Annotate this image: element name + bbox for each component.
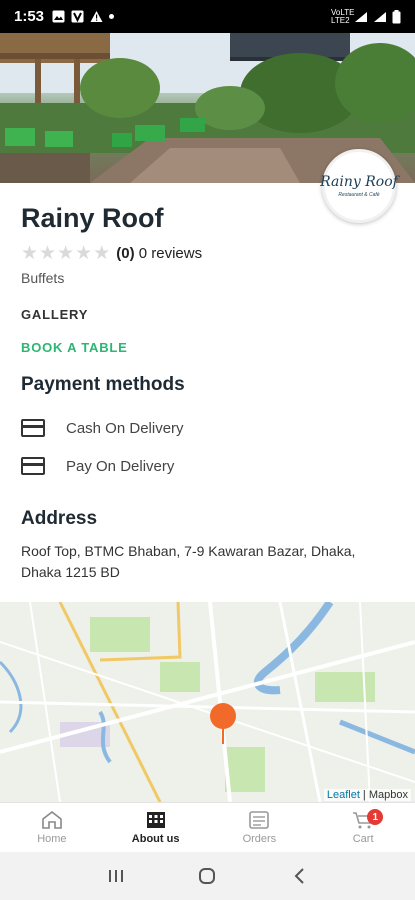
rating-row[interactable]: ★ ★ ★ ★ ★ (0) 0 reviews [21,244,202,263]
signal-icon [355,11,367,22]
nav-home[interactable]: Home [0,803,104,852]
restaurant-category: Buffets [21,270,65,286]
status-notification-icons [52,10,115,23]
star-icon: ★ [39,243,57,264]
nav-about-us-label: About us [131,833,180,845]
logo-subtext: Restaurant & Café [338,192,380,198]
back-icon [294,868,304,884]
network-type-label: VoLTE LTE2 [331,7,355,25]
mapbox-attribution: Mapbox [368,789,408,801]
location-pin-stem [222,727,224,744]
payment-method-label: Pay On Delivery [66,457,175,475]
nav-cart-label: Cart [352,833,374,845]
nav-about-us[interactable]: About us [104,803,208,852]
rating-count-value: (0) [116,245,135,262]
location-map[interactable]: Leaflet | Mapbox [0,602,415,802]
status-time: 1:53 [14,8,45,25]
credit-card-icon [21,419,45,437]
nav-home-label: Home [37,833,67,845]
orders-icon [249,811,270,829]
nav-orders[interactable]: Orders [208,803,312,852]
recent-apps-icon [108,870,123,882]
location-pin-icon[interactable] [210,703,236,729]
store-icon [146,812,165,828]
status-bar: 1:53 VoLTE LTE2 [0,0,415,33]
warning-notification-icon [90,11,103,22]
home-system-button[interactable] [192,861,222,891]
home-icon [42,810,62,829]
payment-method-row: Cash On Delivery [21,419,184,437]
home-circle-icon [199,868,216,884]
bottom-navigation: Home About us Orders Cart 1 [0,802,415,852]
address-text: Roof Top, BTMC Bhaban, 7-9 Kawaran Bazar… [21,543,356,580]
logo-text: Rainy Roof [320,174,398,190]
nav-orders-label: Orders [242,833,277,845]
battery-icon [392,9,401,23]
address-heading: Address [21,508,98,529]
system-navigation-bar [0,852,415,900]
restaurant-logo: Rainy Roof Restaurant & Café [320,149,398,223]
star-icon: ★ [93,243,111,264]
credit-card-icon [21,457,45,475]
payment-methods-heading: Payment methods [21,374,185,395]
v-notification-icon [71,10,84,23]
signal-2-icon [374,11,386,22]
dot-notification-icon [109,14,115,19]
star-icon: ★ [21,243,39,264]
back-button[interactable] [284,861,314,891]
book-table-link[interactable]: BOOK A TABLE [21,340,128,355]
restaurant-name: Rainy Roof [21,203,164,233]
cart-count-badge: 1 [367,809,384,825]
status-system-icons: VoLTE LTE2 [331,7,401,25]
gallery-notification-icon [52,10,65,23]
leaflet-link[interactable]: Leaflet [327,789,360,801]
attribution-separator: | [359,789,369,801]
star-icon: ★ [57,243,75,264]
star-icon: ★ [75,243,93,264]
recent-apps-button[interactable] [101,861,131,891]
star-rating: ★ ★ ★ ★ ★ [21,244,110,263]
reviews-text: 0 reviews [138,245,203,262]
payment-method-label: Cash On Delivery [66,419,184,437]
payment-method-row: Pay On Delivery [21,457,174,475]
gallery-link[interactable]: GALLERY [21,307,88,322]
nav-cart[interactable]: Cart 1 [311,803,415,852]
map-attribution: Leaflet | Mapbox [323,789,411,801]
rating-count: (0) 0 reviews [116,245,202,262]
